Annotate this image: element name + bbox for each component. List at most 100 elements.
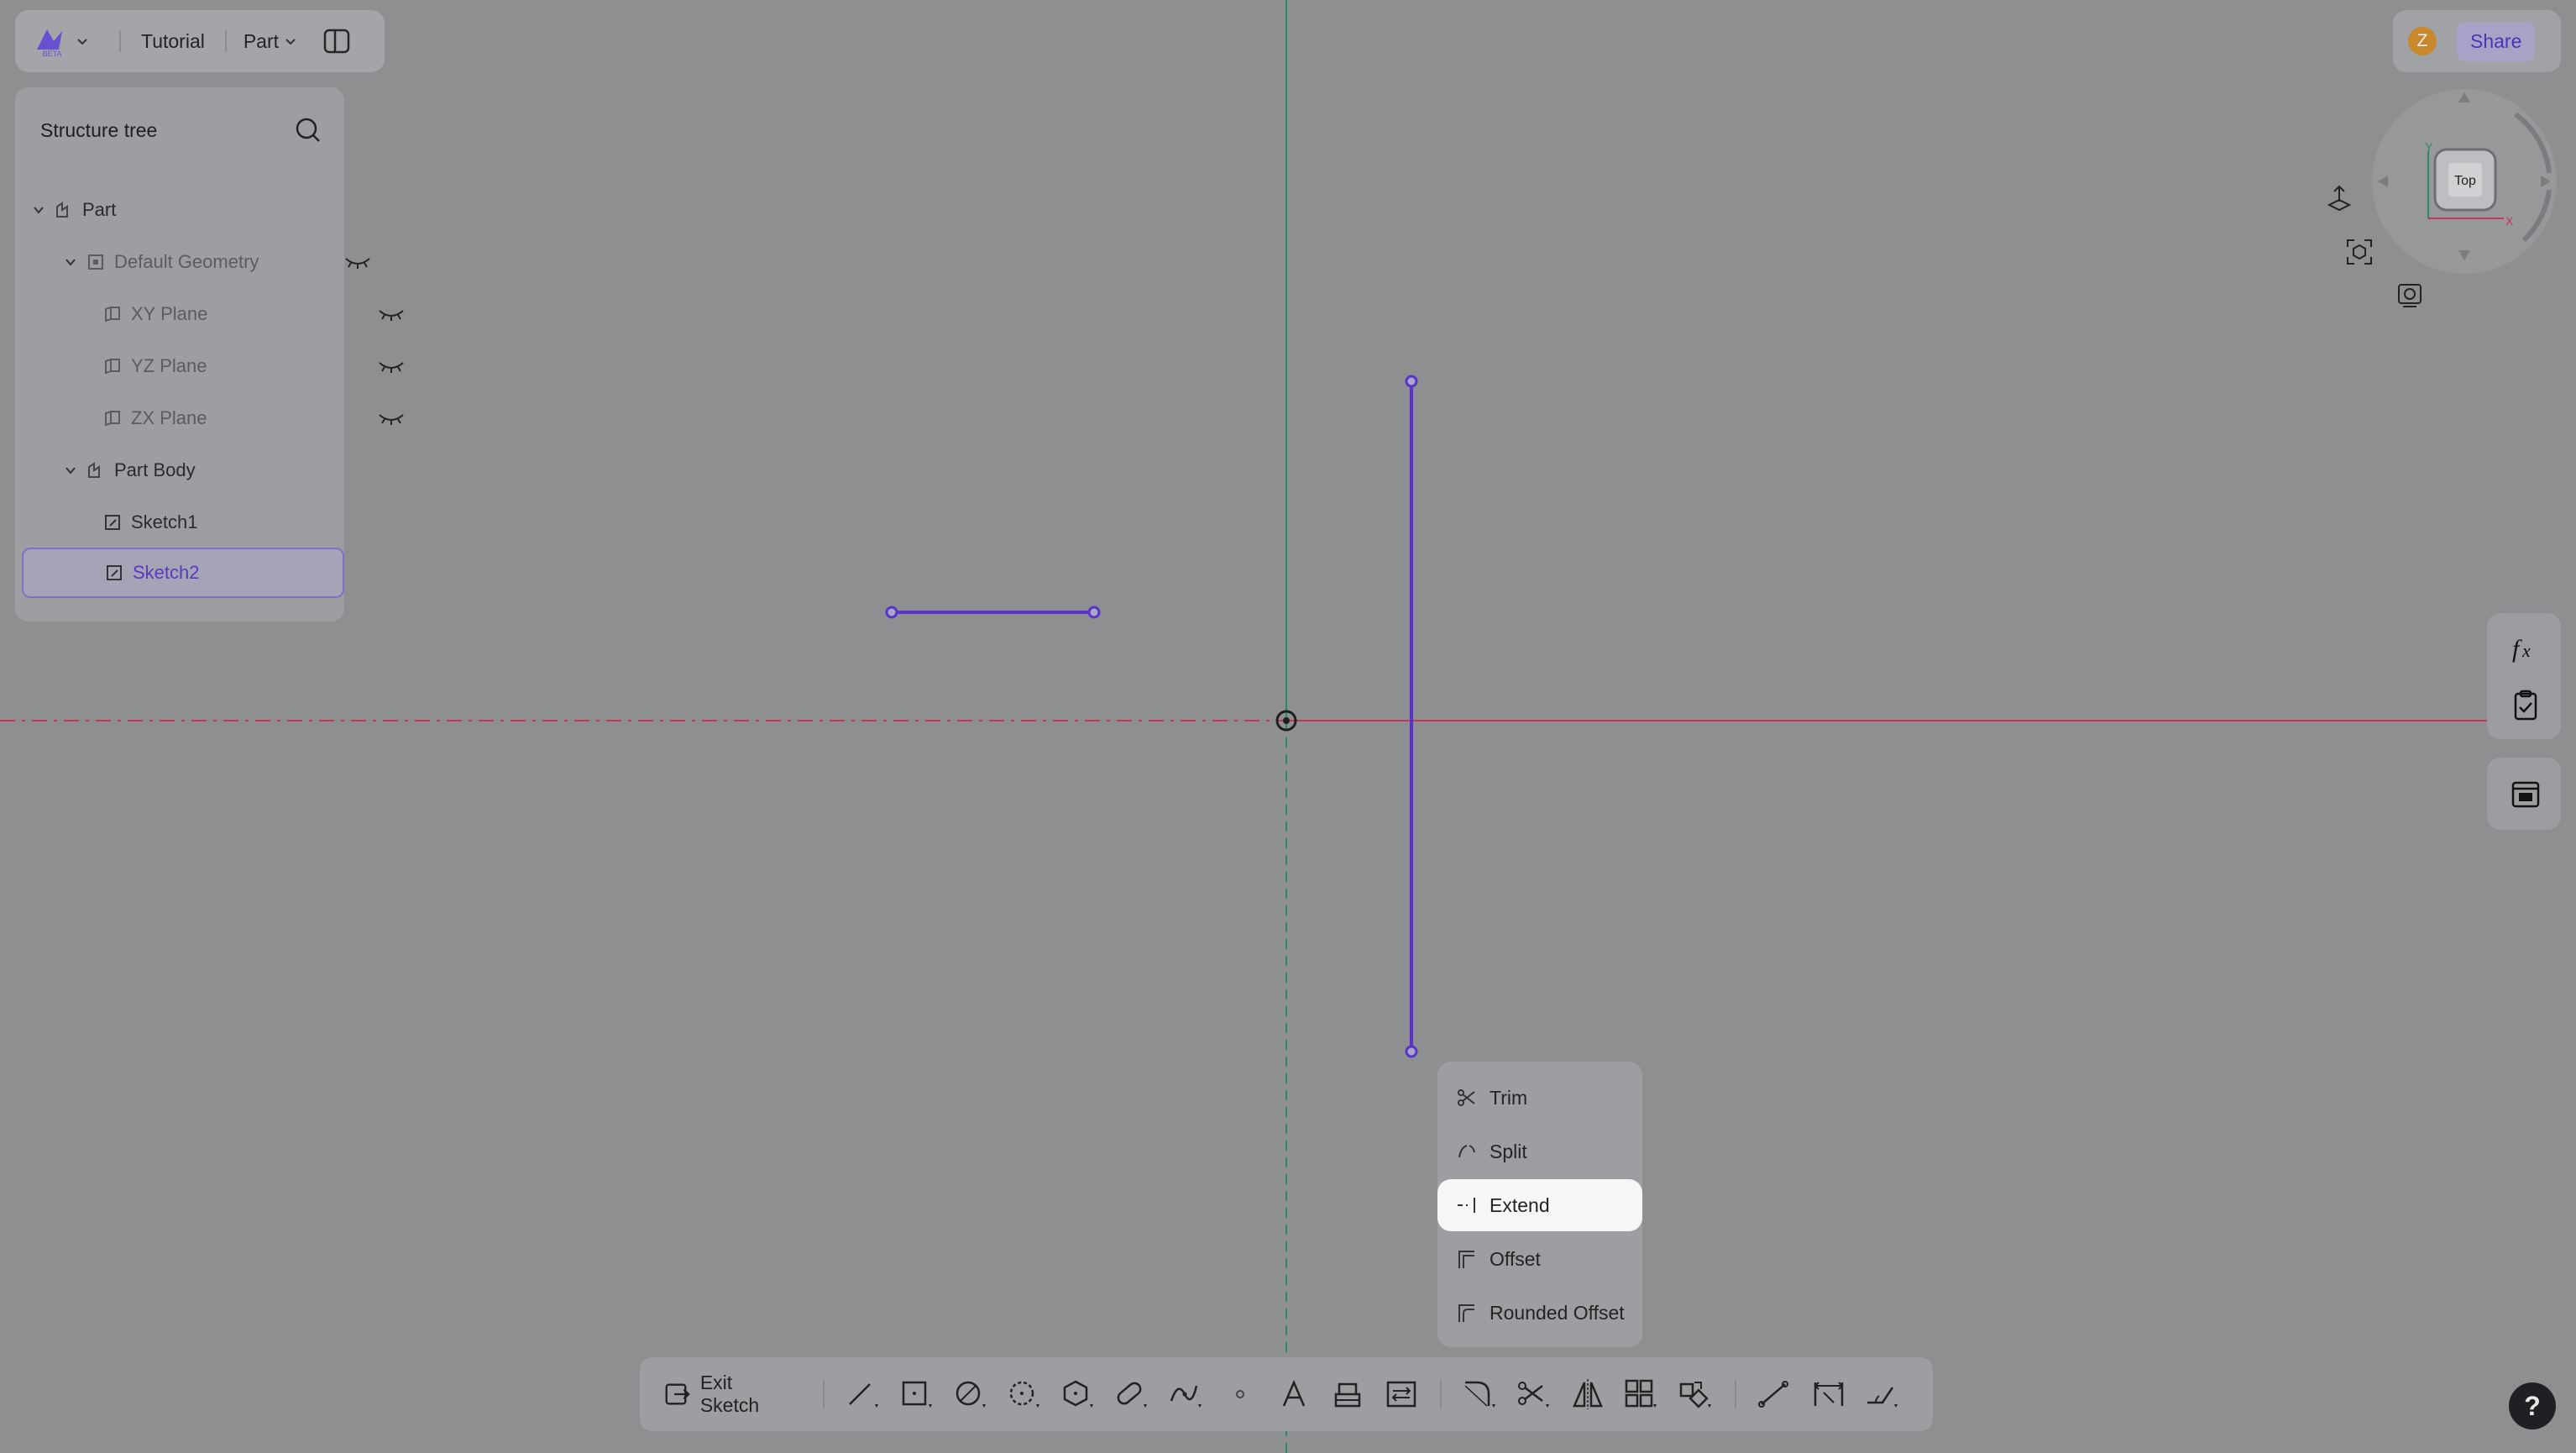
menu-item-label: Rounded Offset [1490,1301,1625,1324]
pattern-tool-button[interactable] [1615,1369,1668,1419]
menu-item-offset[interactable]: Offset [1437,1233,1642,1285]
chevron-down-icon[interactable] [62,254,79,270]
view-cube-face-label: Top [2454,174,2476,188]
app-logo-icon: BETA [37,29,62,58]
user-bar: Z Share [2393,10,2561,72]
menu-item-label: Split [1490,1140,1527,1162]
constraint-icon [1867,1387,1898,1408]
share-button[interactable]: Share [2457,21,2536,61]
toggle-panel-icon[interactable] [322,27,351,55]
exit-sketch-label: Exit Sketch [699,1372,760,1416]
chevron-down-icon[interactable] [62,462,79,479]
logo-badge: BETA [43,50,62,58]
text-icon [1282,1379,1305,1407]
fit-view-icon[interactable] [2344,237,2374,267]
mode-dropdown[interactable]: Part [243,30,297,53]
sketch-icon [102,512,123,532]
document-title[interactable]: Tutorial [141,30,205,53]
construction-line-icon [1757,1381,1788,1408]
search-icon[interactable] [294,116,322,144]
chevron-down-icon[interactable] [30,202,47,218]
display-mode-icon[interactable] [2395,281,2425,311]
hidden-eye-icon[interactable] [378,410,405,427]
tree-item-label: ZX Plane [131,407,207,428]
mirror-tool-button[interactable] [1561,1369,1615,1419]
pattern-icon [1626,1379,1657,1408]
rectangle-icon [902,1381,932,1408]
spline-tool-button[interactable] [1160,1369,1213,1419]
checklist-icon[interactable] [2509,689,2542,722]
menu-item-extend[interactable]: Extend [1437,1179,1642,1231]
tree-item-label: Part Body [114,459,196,480]
axis-x-label: X [2505,214,2514,228]
divider [1440,1380,1442,1408]
line-tool-button[interactable] [836,1369,890,1419]
dimension-icon [1814,1382,1844,1406]
fillet-icon [1464,1381,1496,1408]
tree-item-part-body[interactable]: Part Body [15,445,391,496]
construction-tool-button[interactable] [1748,1369,1802,1419]
tree-item-label: Sketch2 [133,562,200,583]
chevron-down-icon [285,39,296,45]
right-tool-panel: f x [2487,613,2561,739]
project-tool-button[interactable] [1321,1369,1374,1419]
structure-tree-panel: Structure tree Part Default Geometry XY … [15,87,404,622]
polygon-tool-button[interactable] [1051,1369,1105,1419]
trim-tool-button[interactable] [1507,1369,1561,1419]
part-icon [54,200,74,220]
circle-icon [956,1381,987,1408]
sketch-icon [104,563,124,583]
trim-icon [1518,1382,1550,1408]
menu-item-split[interactable]: Split [1437,1125,1642,1178]
view-cube[interactable]: Top Y X [2368,81,2561,282]
modify-tools-menu: Trim Split Extend Offset Rounded Offset [1437,1062,1642,1347]
avatar[interactable]: Z [2408,27,2437,55]
point-tool-button[interactable] [1213,1369,1267,1419]
divider [119,30,121,52]
arc-tool-button[interactable] [997,1369,1051,1419]
tree-item-sketch2[interactable]: Sketch2 [22,548,344,598]
tree-item-sketch1[interactable]: Sketch1 [15,497,425,548]
menu-item-trim[interactable]: Trim [1437,1072,1642,1124]
exit-sketch-icon [665,1383,690,1405]
polygon-icon [1064,1380,1094,1408]
plane-icon [102,304,123,324]
convert-icon [1386,1381,1416,1408]
sketch-canvas[interactable] [0,0,2576,1453]
menu-item-label: Extend [1490,1193,1550,1216]
tree-item-zx-plane[interactable]: ZX Plane [15,393,425,443]
text-tool-button[interactable] [1267,1369,1321,1419]
dimension-tool-button[interactable] [1802,1369,1856,1419]
hidden-eye-icon[interactable] [344,254,371,270]
slot-tool-button[interactable] [1105,1369,1159,1419]
hidden-eye-icon[interactable] [378,306,405,323]
fillet-tool-button[interactable] [1453,1369,1507,1419]
constraint-tool-button[interactable] [1856,1369,1909,1419]
mode-label: Part [243,29,280,52]
point-icon [1235,1390,1244,1398]
tree-item-xy-plane[interactable]: XY Plane [15,289,425,339]
offset-icon [1456,1248,1478,1270]
tree-item-part[interactable]: Part [15,185,359,235]
transform-tool-button[interactable] [1669,1369,1723,1419]
tree-item-yz-plane[interactable]: YZ Plane [15,341,425,391]
line-endpoint [1087,606,1101,619]
convert-tool-button[interactable] [1374,1369,1428,1419]
formula-icon[interactable]: f x [2509,632,2542,665]
sketch-toolbar: Exit Sketch [640,1357,1933,1431]
app-menu-button[interactable]: BETA [34,24,89,58]
rectangle-tool-button[interactable] [890,1369,944,1419]
axis-y-label: Y [2425,140,2433,154]
line-endpoint [1405,1045,1418,1058]
circle-tool-button[interactable] [944,1369,997,1419]
menu-item-rounded-offset[interactable]: Rounded Offset [1437,1287,1642,1339]
home-view-icon[interactable] [2324,183,2354,213]
tree-item-default-geometry[interactable]: Default Geometry [15,237,391,287]
exit-sketch-button[interactable]: Exit Sketch [663,1372,791,1417]
hidden-eye-icon[interactable] [378,358,405,375]
help-button[interactable]: ? [2509,1382,2556,1429]
layout-icon[interactable] [2509,778,2542,811]
tree-item-label: XY Plane [131,303,208,324]
tree-item-label: Sketch1 [131,511,198,532]
tree-item-label: Default Geometry [114,251,259,272]
